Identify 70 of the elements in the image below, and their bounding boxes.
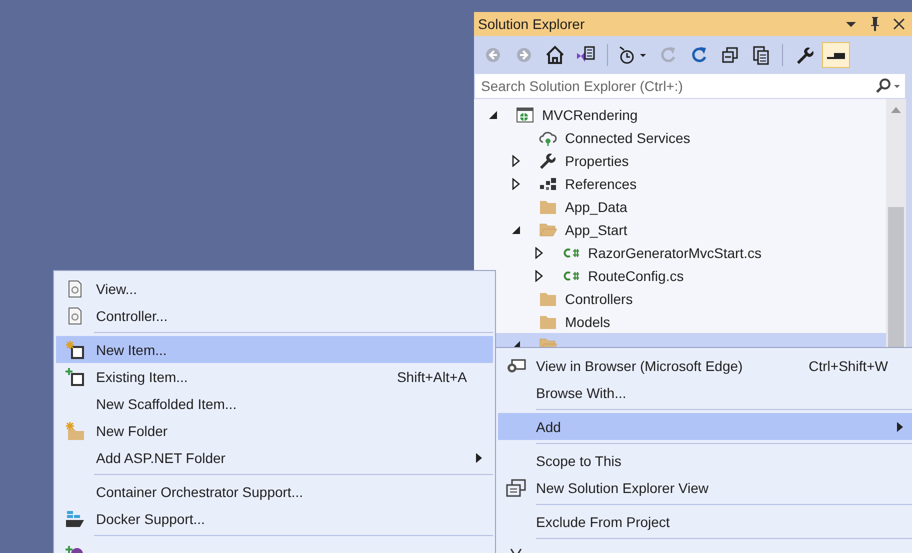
close-icon[interactable]	[892, 17, 906, 31]
menu-item[interactable]: New Item...	[56, 336, 493, 363]
tree-row-background[interactable]: MVCRendering	[474, 103, 886, 126]
tree-item-label: MVCRendering	[542, 106, 638, 122]
project-icon	[516, 106, 534, 124]
submenu-arrow-icon	[475, 452, 483, 462]
menu-item[interactable]: Browse With...	[498, 379, 912, 406]
shortcut-label: Shift+Alt+A	[396, 368, 467, 384]
tree-item-label: RouteConfig.cs	[588, 268, 684, 284]
collapse-all-icon	[721, 46, 739, 64]
csharp-file-icon	[562, 268, 580, 282]
shortcut-label: Ctrl+Shift+W	[808, 358, 888, 374]
new-item-icon	[65, 340, 85, 360]
browser-icon	[506, 358, 526, 374]
tree-item-label: App_Data	[565, 198, 628, 214]
page-icon	[67, 280, 83, 298]
tree-item-label: Connected Services	[565, 130, 690, 146]
windows-icon	[506, 478, 526, 496]
clock-icon	[618, 44, 648, 64]
menu-item[interactable]: Add ASP.NET Folder	[56, 444, 493, 471]
page-icon	[67, 306, 83, 324]
menu-item[interactable]: New Solution Explorer View	[498, 474, 912, 501]
tree-item-label: References	[565, 176, 637, 192]
tree-item-label: Models	[565, 314, 610, 330]
collapsed-arrow-icon[interactable]	[511, 178, 521, 190]
switch-views-icon	[576, 44, 596, 64]
new-folder-icon	[65, 422, 85, 440]
tree-row-background[interactable]: App_Start	[474, 218, 886, 241]
collapsed-arrow-icon[interactable]	[534, 246, 544, 258]
menu-item[interactable]: View in Browser (Microsoft Edge) Ctrl+Shift+W	[498, 352, 912, 379]
menu-item[interactable]: Exclude From Project	[498, 508, 912, 535]
tree-item-label: Properties	[565, 152, 629, 168]
folder-icon	[539, 314, 557, 330]
pin-icon[interactable]	[868, 16, 882, 32]
menu-item[interactable]: Container Orchestrator Support...	[56, 478, 493, 505]
docker-icon	[65, 510, 85, 528]
search-box[interactable]: Search Solution Explorer (Ctrl+:)	[474, 73, 906, 99]
refresh-icon	[689, 44, 709, 64]
menu-item[interactable]: New Folder	[56, 417, 493, 444]
menu-item[interactable]: New Scaffolded Item...	[56, 390, 493, 417]
submenu-arrow-icon	[896, 422, 904, 432]
tree-item-label: RazorGeneratorMvcStart.cs	[588, 244, 762, 260]
search-icon[interactable]	[875, 78, 901, 94]
tree-row-background[interactable]: Properties	[474, 149, 886, 172]
menu-item[interactable]: Scope to This	[498, 447, 912, 474]
panel-title: Solution Explorer	[478, 16, 586, 32]
expanded-arrow-icon[interactable]	[511, 224, 521, 234]
files-icon	[752, 44, 770, 64]
csharp-file-icon	[562, 246, 580, 260]
menu-item[interactable]: Existing Item... Shift+Alt+A	[56, 363, 493, 390]
tree-item-label: Controllers	[565, 290, 633, 306]
tree-row-background[interactable]: App_Data	[474, 195, 886, 218]
tree-item-label: App_Start	[565, 222, 628, 238]
expanded-arrow-icon[interactable]	[488, 110, 498, 120]
collapsed-arrow-icon[interactable]	[534, 270, 544, 282]
tree-row-background[interactable]: Connected Services	[474, 126, 886, 149]
open-folder-icon	[539, 222, 557, 238]
add-existing-icon	[65, 366, 85, 386]
tree-row-background[interactable]: References	[474, 172, 886, 195]
collapsed-arrow-icon[interactable]	[511, 154, 521, 166]
home-icon	[545, 44, 565, 64]
menu-item[interactable]: Add	[498, 413, 912, 440]
search-field[interactable]: Search Solution Explorer (Ctrl+:)	[481, 78, 875, 94]
sync-icon	[658, 44, 678, 64]
folder-icon	[539, 290, 557, 306]
folder-icon	[539, 198, 557, 214]
preview-button[interactable]	[822, 42, 850, 68]
tree-row-background[interactable]: RazorGeneratorMvcStart.cs	[474, 241, 886, 264]
menu-item[interactable]: Docker Support...	[56, 505, 493, 532]
wrench-icon	[539, 152, 557, 170]
